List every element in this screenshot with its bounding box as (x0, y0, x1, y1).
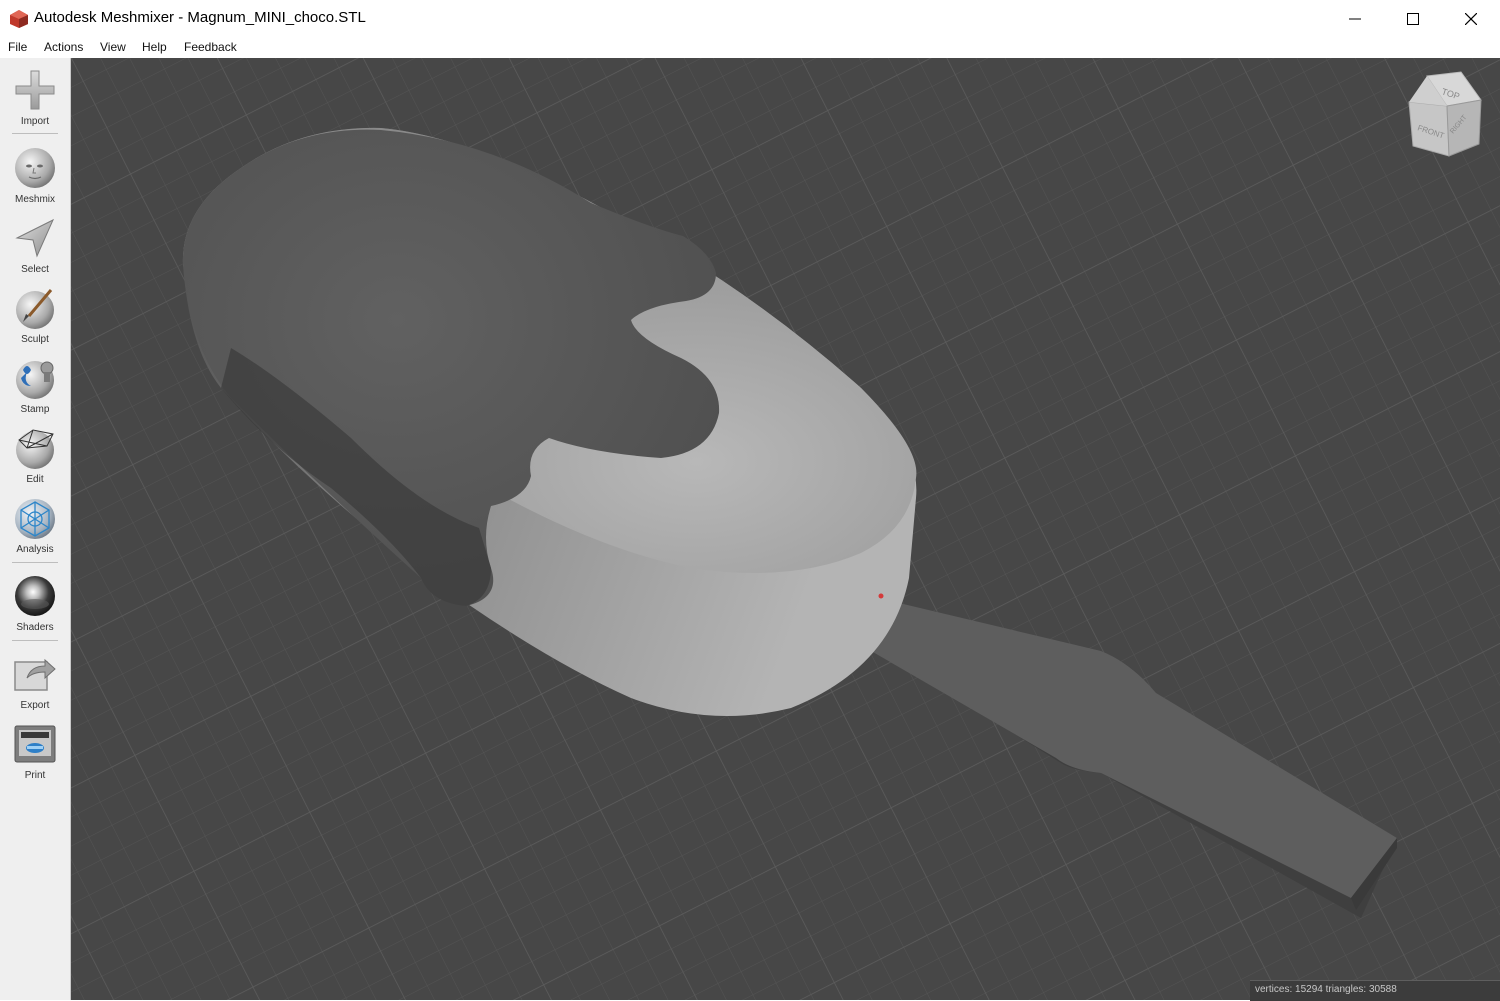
sculpt-label: Sculpt (21, 334, 49, 345)
export-icon (14, 658, 56, 691)
print-button[interactable]: Print (0, 722, 70, 788)
edit-button[interactable]: Edit (0, 426, 70, 492)
import-label: Import (20, 116, 50, 127)
export-label: Export (20, 700, 50, 711)
analysis-label: Analysis (16, 544, 54, 555)
edit-label: Edit (26, 474, 44, 485)
shaders-button[interactable]: Shaders (0, 574, 70, 640)
select-button[interactable]: Select (0, 216, 70, 282)
status-bar: vertices: 15294 triangles: 30588 (1250, 980, 1500, 1001)
printer-icon (14, 725, 56, 763)
sculpt-button[interactable]: Sculpt (0, 286, 70, 352)
meshmix-label: Meshmix (14, 194, 55, 205)
menu-view[interactable]: View (100, 40, 126, 54)
arrow-cursor-icon (15, 218, 55, 258)
close-icon (1465, 12, 1477, 25)
maximize-icon (1407, 12, 1419, 25)
menu-help[interactable]: Help (142, 40, 167, 54)
menu-actions[interactable]: Actions (44, 40, 83, 54)
analysis-button[interactable]: Analysis (0, 496, 70, 562)
toolbar-divider (12, 133, 58, 134)
window-title: Autodesk Meshmixer - Magnum_MINI_choco.S… (34, 9, 366, 26)
face-sphere-icon (15, 148, 55, 188)
export-button[interactable]: Export (0, 652, 70, 718)
meshmixer-logo-icon (10, 10, 28, 28)
stamp-button[interactable]: Stamp (0, 356, 70, 422)
tool-sidebar: Import Meshmix Select Sculpt Stamp Edit … (0, 58, 71, 1000)
minimize-icon (1349, 18, 1361, 19)
select-label: Select (21, 264, 49, 275)
pivot-marker (878, 593, 884, 599)
brush-sphere-icon (16, 289, 54, 329)
chrome-sphere-icon (15, 576, 55, 616)
import-button[interactable]: Import (0, 68, 70, 134)
scene-canvas[interactable]: TOP FRONT RIGHT (71, 58, 1500, 1000)
3d-viewport[interactable]: TOP FRONT RIGHT (71, 58, 1500, 1000)
menu-feedback[interactable]: Feedback (184, 40, 237, 54)
menu-file[interactable]: File (8, 40, 27, 54)
close-button[interactable] (1442, 0, 1500, 37)
mesh-sphere-icon (15, 499, 55, 539)
print-label: Print (24, 770, 46, 781)
stamp-label: Stamp (20, 404, 50, 415)
toolbar-divider (12, 640, 58, 641)
menu-bar: File Actions View Help Feedback (0, 37, 1500, 59)
wireframe-sphere-icon (16, 429, 54, 469)
shaders-label: Shaders (16, 622, 54, 633)
plus-icon (15, 70, 55, 110)
toolbar-divider (12, 562, 58, 563)
meshmix-button[interactable]: Meshmix (0, 146, 70, 212)
minimize-button[interactable] (1326, 0, 1384, 37)
mesh-stats: vertices: 15294 triangles: 30588 (1255, 984, 1397, 995)
maximize-button[interactable] (1384, 0, 1442, 37)
title-bar: Autodesk Meshmixer - Magnum_MINI_choco.S… (0, 0, 1500, 37)
stamp-sphere-icon (16, 361, 54, 399)
